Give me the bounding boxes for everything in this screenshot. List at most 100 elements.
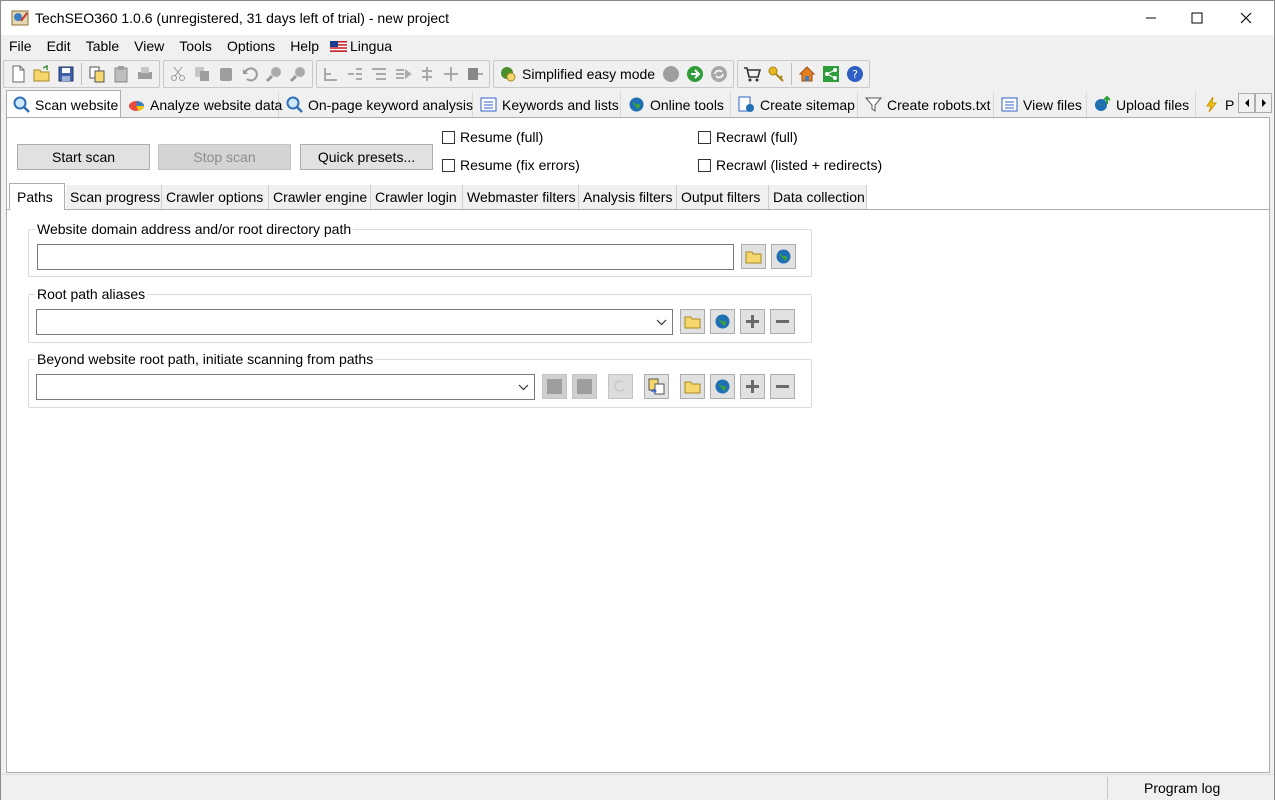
- subtab-analysis-filters[interactable]: Analysis filters: [579, 185, 677, 209]
- program-log-panel[interactable]: Program log: [1107, 777, 1267, 799]
- menu-tools[interactable]: Tools: [171, 35, 219, 57]
- aliases-combobox[interactable]: [36, 309, 673, 335]
- menu-view[interactable]: View: [126, 35, 171, 57]
- register-button[interactable]: [764, 62, 788, 86]
- minus-icon: [776, 385, 789, 388]
- resume-fix-errors-checkbox[interactable]: Resume (fix errors): [442, 157, 580, 173]
- copy-button[interactable]: [190, 62, 214, 86]
- start-scan-button[interactable]: Start scan: [17, 144, 150, 170]
- resume-full-checkbox[interactable]: Resume (full): [442, 129, 543, 145]
- subtab-webmaster-filters[interactable]: Webmaster filters: [463, 185, 579, 209]
- tab-scan-website[interactable]: Scan website: [6, 90, 121, 118]
- tab-online-tools[interactable]: Online tools: [622, 92, 731, 117]
- subtab-paths[interactable]: Paths: [9, 183, 65, 210]
- simplified-mode-toggle[interactable]: [496, 62, 520, 86]
- print-icon: [138, 67, 152, 79]
- tree-button-3[interactable]: [367, 62, 391, 86]
- beyond-browse-folder-button[interactable]: [680, 374, 705, 399]
- recrawl-listed-checkbox[interactable]: Recrawl (listed + redirects): [698, 157, 882, 173]
- subtab-data-collection[interactable]: Data collection: [769, 185, 867, 209]
- quick-presets-button[interactable]: Quick presets...: [300, 144, 433, 170]
- tab-on-page-keyword-analysis[interactable]: On-page keyword analysis: [280, 92, 473, 117]
- tab-keywords-and-lists[interactable]: Keywords and lists: [474, 92, 621, 117]
- beyond-import-button[interactable]: [644, 374, 669, 399]
- tree-button-6[interactable]: [439, 62, 463, 86]
- help-button[interactable]: ?: [843, 62, 867, 86]
- find-next-button[interactable]: [286, 62, 310, 86]
- tab-upload-files[interactable]: Upload files: [1088, 92, 1196, 117]
- beyond-remove-button[interactable]: [770, 374, 795, 399]
- beyond-disabled-button-3[interactable]: [608, 374, 633, 399]
- menu-bar: File Edit Table View Tools Options Help …: [1, 35, 1274, 57]
- go-button[interactable]: [683, 62, 707, 86]
- upload-globe-icon: [1095, 96, 1111, 111]
- subtab-scan-progress[interactable]: Scan progress: [66, 185, 162, 209]
- open-folder-icon: [33, 65, 50, 82]
- refresh-button[interactable]: [707, 62, 731, 86]
- aliases-browse-web-button[interactable]: [710, 309, 735, 334]
- menu-lingua[interactable]: Lingua: [326, 35, 399, 57]
- menu-help[interactable]: Help: [282, 35, 326, 57]
- paste-project-button[interactable]: [109, 62, 133, 86]
- find-icon: [265, 67, 281, 83]
- tab-scroll-right-button[interactable]: [1255, 93, 1272, 113]
- tree-button-4[interactable]: [391, 62, 415, 86]
- browse-web-button[interactable]: [771, 244, 796, 269]
- tab-create-robots[interactable]: Create robots.txt: [859, 92, 994, 117]
- menu-edit[interactable]: Edit: [39, 35, 78, 57]
- menu-options[interactable]: Options: [219, 35, 282, 57]
- app-window: TechSEO360 1.0.6 (unregistered, 31 days …: [0, 0, 1275, 800]
- tree-button-1[interactable]: [319, 62, 343, 86]
- beyond-disabled-button-2[interactable]: [572, 374, 597, 399]
- paste-button[interactable]: [214, 62, 238, 86]
- find-button[interactable]: [262, 62, 286, 86]
- menu-file[interactable]: File: [1, 35, 39, 57]
- paste-icon: [220, 68, 232, 81]
- tree-button-5[interactable]: [415, 62, 439, 86]
- new-button[interactable]: [6, 62, 30, 86]
- simplified-mode-label[interactable]: Simplified easy mode: [520, 66, 659, 82]
- tab-label: Create sitemap: [760, 96, 855, 113]
- tab-analyze-website-data[interactable]: Analyze website data: [122, 92, 282, 117]
- domain-input[interactable]: [37, 244, 734, 270]
- subtab-output-filters[interactable]: Output filters: [677, 185, 769, 209]
- aliases-label: Root path aliases: [35, 286, 148, 302]
- buy-button[interactable]: [740, 62, 764, 86]
- open-button[interactable]: [30, 62, 54, 86]
- browse-folder-button[interactable]: [741, 244, 766, 269]
- maximize-button[interactable]: [1174, 1, 1220, 35]
- aliases-add-button[interactable]: [740, 309, 765, 334]
- homepage-button[interactable]: [795, 62, 819, 86]
- cut-button[interactable]: [166, 62, 190, 86]
- subtab-crawler-login[interactable]: Crawler login: [371, 185, 463, 209]
- caret-right-icon: [1261, 99, 1266, 107]
- recrawl-full-checkbox[interactable]: Recrawl (full): [698, 129, 798, 145]
- subtab-crawler-engine[interactable]: Crawler engine: [269, 185, 371, 209]
- undo-button[interactable]: [238, 62, 262, 86]
- stop-scan-button[interactable]: Stop scan: [158, 144, 291, 170]
- beyond-add-button[interactable]: [740, 374, 765, 399]
- close-button[interactable]: [1223, 1, 1269, 35]
- tree-button-7[interactable]: [463, 62, 487, 86]
- tab-scroll-left-button[interactable]: [1238, 93, 1255, 113]
- toolbar-separator: [791, 63, 793, 85]
- aliases-remove-button[interactable]: [770, 309, 795, 334]
- stop-circle-button[interactable]: [659, 62, 683, 86]
- refresh-icon: [711, 66, 728, 82]
- minimize-button[interactable]: [1128, 1, 1174, 35]
- aliases-browse-folder-button[interactable]: [680, 309, 705, 334]
- subtab-crawler-options[interactable]: Crawler options: [162, 185, 269, 209]
- tab-partial[interactable]: P: [1197, 92, 1235, 117]
- beyond-browse-web-button[interactable]: [710, 374, 735, 399]
- tree-button-2[interactable]: [343, 62, 367, 86]
- beyond-root-combobox[interactable]: [36, 374, 535, 400]
- tab-view-files[interactable]: View files: [995, 92, 1087, 117]
- save-button[interactable]: [54, 62, 78, 86]
- menu-table[interactable]: Table: [78, 35, 126, 57]
- plus-icon: [746, 315, 759, 328]
- beyond-disabled-button-1[interactable]: [542, 374, 567, 399]
- print-button[interactable]: [133, 62, 157, 86]
- share-button[interactable]: [819, 62, 843, 86]
- tab-create-sitemap[interactable]: Create sitemap: [732, 92, 858, 117]
- copy-project-button[interactable]: [85, 62, 109, 86]
